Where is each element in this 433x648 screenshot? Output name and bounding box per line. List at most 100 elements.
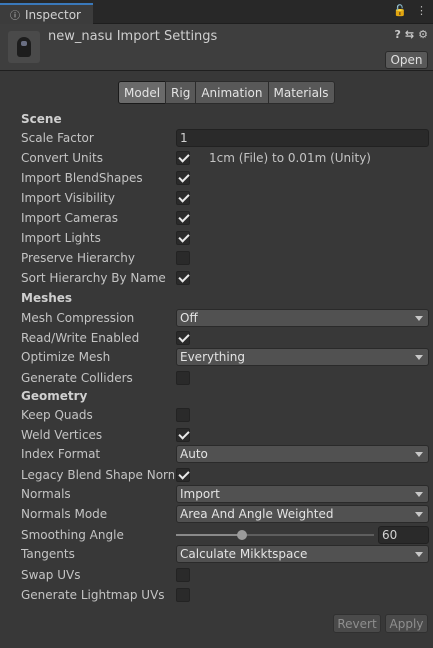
row-import-lights: Import Lights <box>0 229 433 247</box>
chevron-down-icon <box>415 316 423 321</box>
tab-model[interactable]: Model <box>118 81 167 104</box>
row-normals: Normals Import <box>0 485 433 503</box>
preserve-hierarchy-checkbox[interactable] <box>176 251 190 265</box>
row-legacy-blend: Legacy Blend Shape Norma <box>0 466 433 484</box>
import-lights-label: Import Lights <box>21 231 101 245</box>
normals-mode-value: Area And Angle Weighted <box>180 507 334 521</box>
chevron-down-icon <box>415 512 423 517</box>
slider-fill <box>176 534 242 536</box>
swap-uvs-label: Swap UVs <box>21 568 81 582</box>
slider-handle[interactable] <box>236 530 247 540</box>
row-preserve-hierarchy: Preserve Hierarchy <box>0 249 433 267</box>
normals-label: Normals <box>21 487 71 501</box>
keep-quads-label: Keep Quads <box>21 408 93 422</box>
revert-button[interactable]: Revert <box>333 614 381 633</box>
row-read-write: Read/Write Enabled <box>0 329 433 347</box>
row-normals-mode: Normals Mode Area And Angle Weighted <box>0 505 433 523</box>
convert-units-checkbox[interactable] <box>176 151 190 165</box>
import-cameras-checkbox[interactable] <box>176 211 190 225</box>
header-divider <box>0 70 433 71</box>
convert-units-label: Convert Units <box>21 151 103 165</box>
menu-icon[interactable]: ⋮ <box>416 4 427 17</box>
weld-vertices-checkbox[interactable] <box>176 428 190 442</box>
row-import-blendshapes: Import BlendShapes <box>0 169 433 187</box>
sort-hierarchy-label: Sort Hierarchy By Name <box>21 271 166 285</box>
read-write-label: Read/Write Enabled <box>21 331 140 345</box>
generate-colliders-label: Generate Colliders <box>21 371 133 385</box>
chevron-down-icon <box>415 355 423 360</box>
row-sort-hierarchy: Sort Hierarchy By Name <box>0 269 433 287</box>
read-write-checkbox[interactable] <box>176 331 190 345</box>
row-import-visibility: Import Visibility <box>0 189 433 207</box>
lock-icon[interactable]: 🔓 <box>393 4 407 17</box>
row-generate-colliders: Generate Colliders <box>0 369 433 387</box>
import-blendshapes-label: Import BlendShapes <box>21 171 143 185</box>
tab-materials[interactable]: Materials <box>267 81 335 104</box>
import-lights-checkbox[interactable] <box>176 231 190 245</box>
chevron-down-icon <box>415 552 423 557</box>
generate-colliders-checkbox[interactable] <box>176 371 190 385</box>
row-weld-vertices: Weld Vertices <box>0 426 433 444</box>
tab-rig[interactable]: Rig <box>165 81 197 104</box>
preserve-hierarchy-label: Preserve Hierarchy <box>21 251 135 265</box>
chevron-down-icon <box>415 452 423 457</box>
help-icon[interactable]: ? <box>395 28 401 41</box>
row-generate-lightmap: Generate Lightmap UVs <box>0 586 433 604</box>
preset-icon[interactable]: ⇆ <box>405 28 414 41</box>
section-scene: Scene <box>21 112 62 126</box>
optimize-mesh-label: Optimize Mesh <box>21 350 111 364</box>
window-tab-bar: ⓘ Inspector 🔓 ⋮ <box>0 0 433 24</box>
import-blendshapes-checkbox[interactable] <box>176 171 190 185</box>
tangents-dropdown[interactable]: Calculate Mikktspace <box>176 545 429 563</box>
swap-uvs-checkbox[interactable] <box>176 568 190 582</box>
tangents-value: Calculate Mikktspace <box>180 547 308 561</box>
import-tabs: Model Rig Animation Materials <box>118 81 335 104</box>
row-swap-uvs: Swap UVs <box>0 566 433 584</box>
row-smoothing-angle: Smoothing Angle 60 <box>0 526 433 544</box>
inspector-tab-label: Inspector <box>25 7 81 22</box>
row-mesh-compression: Mesh Compression Off <box>0 309 433 327</box>
generate-lightmap-checkbox[interactable] <box>176 588 190 602</box>
weld-vertices-label: Weld Vertices <box>21 428 103 442</box>
row-index-format: Index Format Auto <box>0 445 433 463</box>
row-tangents: Tangents Calculate Mikktspace <box>0 545 433 563</box>
normals-mode-dropdown[interactable]: Area And Angle Weighted <box>176 505 429 523</box>
inspector-tab[interactable]: ⓘ Inspector <box>0 3 93 24</box>
smoothing-angle-input[interactable]: 60 <box>378 526 429 544</box>
header-icons: ? ⇆ ⚙ <box>395 28 428 41</box>
row-import-cameras: Import Cameras <box>0 209 433 227</box>
mesh-compression-dropdown[interactable]: Off <box>176 309 429 327</box>
smoothing-angle-slider[interactable] <box>176 530 374 540</box>
normals-value: Import <box>180 487 220 501</box>
section-geometry: Geometry <box>21 389 88 403</box>
import-visibility-checkbox[interactable] <box>176 191 190 205</box>
index-format-label: Index Format <box>21 447 101 461</box>
normals-dropdown[interactable]: Import <box>176 485 429 503</box>
tab-animation[interactable]: Animation <box>195 81 269 104</box>
legacy-blend-checkbox[interactable] <box>176 468 190 482</box>
open-button[interactable]: Open <box>385 51 428 69</box>
tangents-label: Tangents <box>21 547 75 561</box>
model-asset-icon <box>8 31 40 63</box>
legacy-blend-label: Legacy Blend Shape Norma <box>21 468 174 482</box>
index-format-value: Auto <box>180 447 208 461</box>
normals-mode-label: Normals Mode <box>21 507 108 521</box>
mesh-compression-label: Mesh Compression <box>21 311 135 325</box>
keep-quads-checkbox[interactable] <box>176 408 190 422</box>
import-cameras-label: Import Cameras <box>21 211 118 225</box>
import-visibility-label: Import Visibility <box>21 191 115 205</box>
scale-factor-label: Scale Factor <box>21 131 94 145</box>
row-convert-units: Convert Units 1cm (File) to 0.01m (Unity… <box>0 149 433 167</box>
row-optimize-mesh: Optimize Mesh Everything <box>0 348 433 366</box>
gear-icon[interactable]: ⚙ <box>418 28 428 41</box>
sort-hierarchy-checkbox[interactable] <box>176 271 190 285</box>
index-format-dropdown[interactable]: Auto <box>176 445 429 463</box>
smoothing-angle-label: Smoothing Angle <box>21 528 124 542</box>
mesh-compression-value: Off <box>180 311 198 325</box>
scale-factor-input[interactable]: 1 <box>176 129 429 147</box>
optimize-mesh-dropdown[interactable]: Everything <box>176 348 429 366</box>
optimize-mesh-value: Everything <box>180 350 245 364</box>
apply-button[interactable]: Apply <box>385 614 428 633</box>
page-title: new_nasu Import Settings <box>48 29 218 44</box>
convert-units-note: 1cm (File) to 0.01m (Unity) <box>209 151 371 165</box>
